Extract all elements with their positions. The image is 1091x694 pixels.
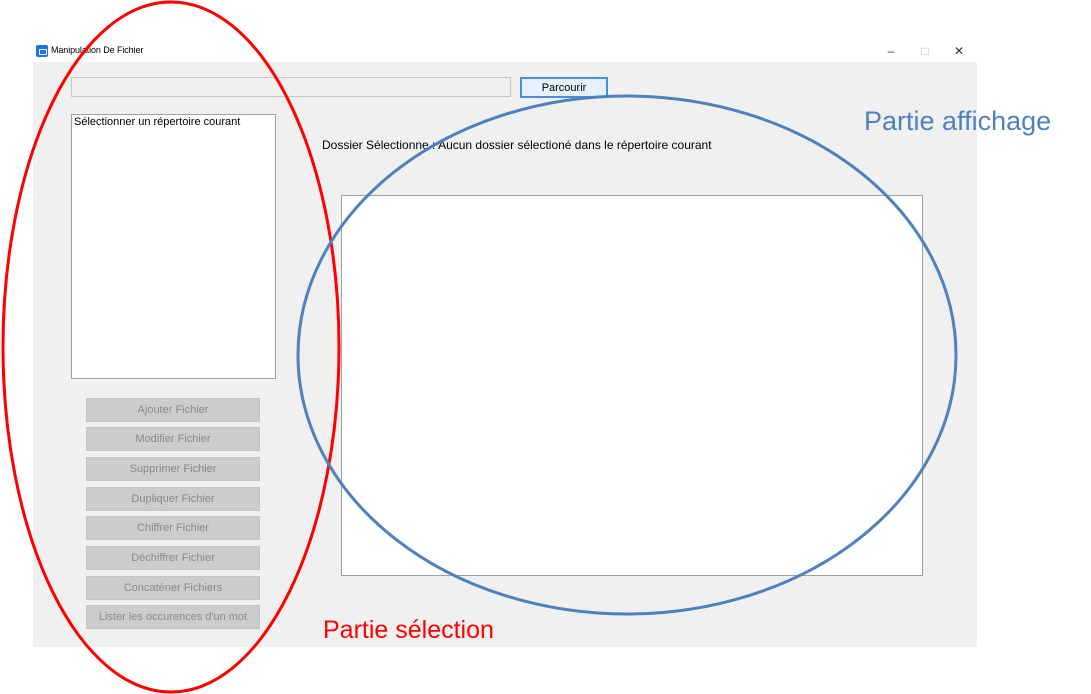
delete-file-button[interactable]: Supprimer Fichier [86, 457, 260, 481]
display-area[interactable] [341, 195, 923, 576]
concatenate-files-button[interactable]: Concaténer Fichiers [86, 576, 260, 600]
close-button[interactable]: ✕ [942, 40, 976, 62]
display-part-label: Partie affichage [864, 106, 1052, 136]
title-bar: Manipulation De Fichier – □ ✕ [33, 40, 977, 62]
list-word-occurrences-button[interactable]: Lister les occurences d'un mot [86, 605, 260, 629]
minimize-button[interactable]: – [874, 40, 908, 62]
add-file-button[interactable]: Ajouter Fichier [86, 398, 260, 422]
selected-folder-label: Dossier Sélectionne : Aucun dossier séle… [322, 138, 712, 152]
app-window: Manipulation De Fichier – □ ✕ Parcourir … [33, 40, 977, 647]
folder-icon [36, 45, 48, 57]
encrypt-file-button[interactable]: Chiffrer Fichier [86, 516, 260, 540]
directory-list-item[interactable]: Sélectionner un répertoire courant [74, 116, 273, 128]
path-input[interactable] [71, 77, 511, 97]
browse-button[interactable]: Parcourir [520, 77, 608, 98]
duplicate-file-button[interactable]: Dupliquer Fichier [86, 487, 260, 511]
selection-part-label: Partie sélection [323, 616, 494, 644]
window-title: Manipulation De Fichier [51, 45, 144, 55]
directory-list[interactable]: Sélectionner un répertoire courant [71, 114, 276, 379]
decrypt-file-button[interactable]: Déchiffrer Fichier [86, 546, 260, 570]
modify-file-button[interactable]: Modifier Fichier [86, 427, 260, 451]
maximize-button[interactable]: □ [908, 40, 942, 62]
